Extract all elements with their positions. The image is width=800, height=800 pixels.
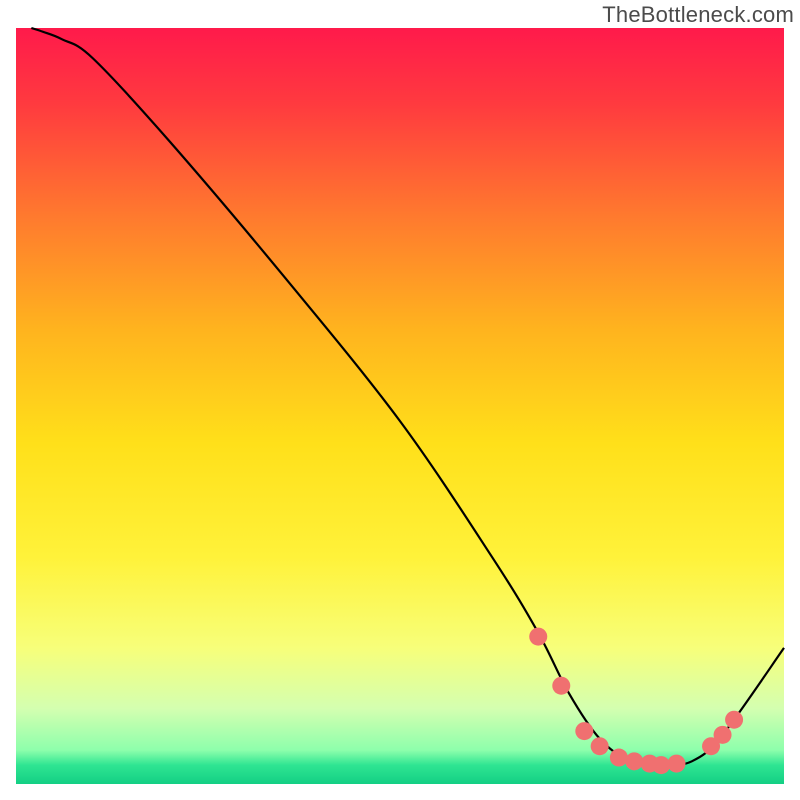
bottleneck-chart — [0, 0, 800, 800]
marker-point — [529, 628, 547, 646]
chart-background — [16, 28, 784, 784]
marker-point — [575, 722, 593, 740]
marker-point — [591, 737, 609, 755]
marker-point — [652, 756, 670, 774]
marker-point — [552, 677, 570, 695]
marker-point — [610, 749, 628, 767]
marker-point — [667, 755, 685, 773]
chart-container: TheBottleneck.com — [0, 0, 800, 800]
marker-point — [625, 752, 643, 770]
marker-point — [714, 726, 732, 744]
watermark-label: TheBottleneck.com — [602, 2, 794, 28]
marker-point — [725, 711, 743, 729]
